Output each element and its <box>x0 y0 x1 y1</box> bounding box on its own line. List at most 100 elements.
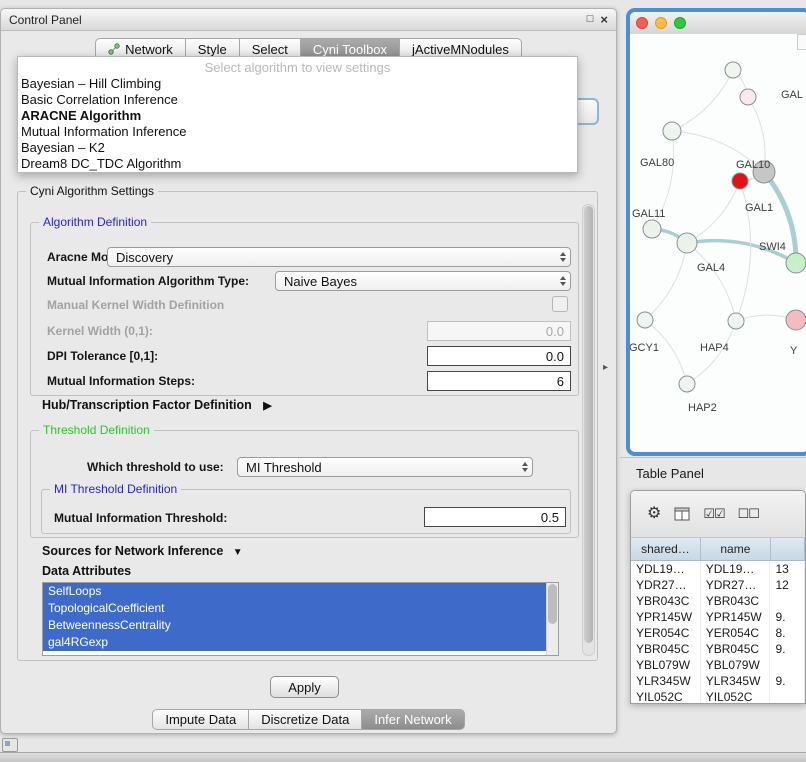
network-node-label: GAL1 <box>745 202 773 214</box>
network-node[interactable] <box>786 253 806 273</box>
table-cell: YER054C <box>701 625 771 641</box>
network-node-label: HAP2 <box>688 402 717 414</box>
close-icon[interactable]: × <box>600 14 608 25</box>
column-header-shared-name[interactable]: shared… <box>631 538 701 560</box>
mi-threshold-group: MI Threshold Definition Mutual Informati… <box>41 489 571 534</box>
which-threshold-select[interactable]: MI Threshold <box>237 457 533 477</box>
network-node-label: GAL80 <box>640 157 674 169</box>
table-cell: YDL19… <box>701 561 771 577</box>
table-row[interactable]: YPR145WYPR145W9. <box>631 609 805 625</box>
algorithm-option[interactable]: Basic Correlation Inference <box>18 92 577 108</box>
network-edge[interactable] <box>687 243 736 321</box>
network-node-label: GAL11 <box>632 208 665 220</box>
network-edge[interactable] <box>645 243 687 320</box>
network-tab-icon <box>108 43 120 55</box>
network-node[interactable] <box>637 312 653 328</box>
minimized-panel-icon[interactable] <box>2 738 18 752</box>
zoom-traffic-icon[interactable] <box>674 17 686 29</box>
network-node[interactable] <box>643 220 661 238</box>
gear-icon[interactable]: ⚙ <box>647 506 661 522</box>
apply-button[interactable]: Apply <box>270 676 339 698</box>
table-cell: YLR345W <box>631 673 701 689</box>
control-panel-titlebar[interactable]: Control Panel □ × <box>1 9 616 31</box>
chevron-right-icon: ▶ <box>263 400 271 412</box>
algorithm-option[interactable]: Dream8 DC_TDC Algorithm <box>18 156 577 172</box>
table-row[interactable]: YIL052CYIL052C <box>631 689 805 704</box>
data-attributes-list: SelfLoopsTopologicalCoefficientBetweenne… <box>42 582 559 656</box>
network-canvas[interactable]: GAL80GAL10GAL1GAL11SWI4GAL4GCY1HAP4YHAP2… <box>630 34 806 452</box>
network-node[interactable] <box>728 313 744 329</box>
aracne-mode-select[interactable]: Discovery <box>107 247 571 267</box>
network-node-label: Y <box>790 345 798 357</box>
network-node[interactable] <box>786 310 806 330</box>
table-row[interactable]: YBR045CYBR045C9. <box>631 641 805 657</box>
table-cell: YIL052C <box>701 689 771 704</box>
algorithm-option[interactable]: Bayesian – Hill Climbing <box>18 76 577 92</box>
which-threshold-value: MI Threshold <box>246 460 322 475</box>
column-header-name[interactable]: name <box>701 538 771 560</box>
scrollbar-thumb[interactable] <box>584 206 593 643</box>
table-row[interactable]: YDR27…YDR27…12 <box>631 577 805 593</box>
network-node[interactable] <box>679 376 695 392</box>
attribute-item[interactable]: TopologicalCoefficient <box>43 600 547 617</box>
kernel-width-input[interactable] <box>427 321 571 341</box>
network-edge[interactable] <box>687 181 740 243</box>
mi-threshold-input[interactable] <box>424 507 566 527</box>
network-node-label: GAL <box>781 89 803 101</box>
control-panel-window: Control Panel □ × Network Style Select C… <box>0 8 617 734</box>
attribute-item[interactable]: BetweennessCentrality <box>43 617 547 634</box>
close-traffic-icon[interactable] <box>636 17 648 29</box>
algorithm-definition-title: Algorithm Definition <box>39 215 151 229</box>
table-row[interactable]: YLR345WYLR345W9. <box>631 673 805 689</box>
mi-steps-input[interactable] <box>427 371 571 391</box>
network-window-titlebar[interactable] <box>630 12 806 35</box>
splitter-toggle-icon[interactable]: ▸ <box>603 362 608 373</box>
algorithm-option[interactable]: ARACNE Algorithm <box>18 108 577 124</box>
network-node[interactable] <box>663 122 681 140</box>
table-cell <box>770 689 805 704</box>
scrollbar-thumb[interactable] <box>548 584 557 624</box>
network-node[interactable] <box>740 89 756 105</box>
table-row[interactable]: YER054CYER054C8. <box>631 625 805 641</box>
select-all-icon[interactable]: ☑☑ <box>703 506 724 522</box>
table-row[interactable]: YBR043CYBR043C <box>631 593 805 609</box>
column-header-clipped[interactable] <box>771 538 805 560</box>
hub-definition-label: Hub/Transcription Factor Definition <box>42 398 252 412</box>
table-row[interactable]: YBL079WYBL079W <box>631 657 805 673</box>
table-panel-window: ⚙ ☑☑ ☐☐ shared… name YDL19…YDL19…13YDR27… <box>630 490 806 704</box>
bottom-status-strip <box>0 752 806 762</box>
hub-definition-toggle[interactable]: Hub/Transcription Factor Definition ▶ <box>42 398 272 412</box>
tab-discretize-data[interactable]: Discretize Data <box>249 709 362 730</box>
columns-icon[interactable] <box>674 507 690 521</box>
table-row[interactable]: YDL19…YDL19…13 <box>631 561 805 577</box>
threshold-definition-title: Threshold Definition <box>39 423 154 437</box>
network-node[interactable] <box>732 173 748 189</box>
minimize-traffic-icon[interactable] <box>655 17 667 29</box>
network-edge[interactable] <box>672 70 733 131</box>
data-attributes-label: Data Attributes <box>42 564 131 578</box>
table-cell: YBR045C <box>701 641 771 657</box>
deselect-all-icon[interactable]: ☐☐ <box>738 506 759 522</box>
algorithm-option[interactable]: Mutual Information Inference <box>18 124 577 140</box>
dpi-tolerance-input[interactable] <box>427 346 571 366</box>
table-cell: YBR043C <box>631 593 701 609</box>
attribute-item[interactable]: gal4RGexp <box>43 634 547 651</box>
tab-impute-data[interactable]: Impute Data <box>152 709 249 730</box>
attributes-scrollbar[interactable] <box>546 583 558 655</box>
manual-kernel-width-checkbox[interactable] <box>552 296 568 312</box>
algorithm-option[interactable]: Bayesian – K2 <box>18 140 577 156</box>
table-cell: 12 <box>770 577 805 593</box>
attribute-item[interactable]: SelfLoops <box>43 583 547 600</box>
network-scrollbar[interactable] <box>797 34 806 50</box>
tab-infer-network[interactable]: Infer Network <box>362 709 464 730</box>
settings-scrollbar[interactable] <box>582 204 595 656</box>
float-window-icon[interactable]: □ <box>587 14 594 25</box>
algorithm-dropdown-list: Select algorithm to view settings Bayesi… <box>17 56 578 173</box>
table-panel-bar: Table Panel <box>620 457 806 486</box>
sources-toggle[interactable]: Sources for Network Inference ▼ <box>42 544 243 558</box>
mi-algorithm-type-value: Naive Bayes <box>284 274 357 289</box>
mi-algorithm-type-select[interactable]: Naive Bayes <box>275 271 571 291</box>
network-node[interactable] <box>725 62 741 78</box>
network-node[interactable] <box>677 233 697 253</box>
table-cell: YPR145W <box>631 609 701 625</box>
